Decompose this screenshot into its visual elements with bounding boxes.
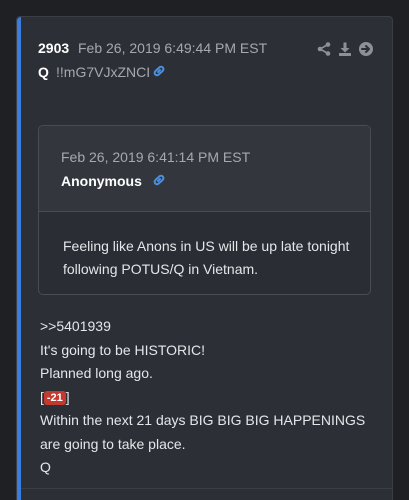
post-author: Q <box>38 64 49 80</box>
goto-arrow-icon[interactable] <box>358 41 374 57</box>
download-icon[interactable] <box>337 41 353 57</box>
quoted-post-author: Anonymous <box>61 173 142 189</box>
quoted-post-header: Feb 26, 2019 6:41:14 PM EST Anonymous <box>39 126 370 212</box>
bracket-close: ] <box>65 388 70 405</box>
divider <box>21 488 392 489</box>
countdown-line: [-21] <box>40 386 380 410</box>
link-icon[interactable] <box>151 172 167 188</box>
post-date: Feb 26, 2019 6:49:44 PM EST <box>78 40 268 56</box>
countdown-badge: -21 <box>43 390 66 405</box>
message-line: It's going to be HISTORIC! <box>40 341 206 358</box>
post-number[interactable]: 2903 <box>38 40 69 56</box>
post-actions <box>316 41 374 57</box>
link-icon[interactable] <box>151 63 167 79</box>
message-line: Planned long ago. <box>40 365 153 381</box>
reply-reference[interactable]: >>5401939 <box>40 315 380 339</box>
post-tripcode: !!mG7VJxZNCI <box>56 64 151 80</box>
message-signature: Q <box>40 459 51 475</box>
message-line: Within the next 21 days BIG BIG BIG HAPP… <box>40 412 366 452</box>
post-accent-bar <box>17 17 21 500</box>
post-message: >>5401939 It's going to be HISTORIC! Pla… <box>40 315 380 480</box>
post-header: 2903 Feb 26, 2019 6:49:44 PM EST Q !!mG7… <box>38 39 374 83</box>
quoted-post: Feb 26, 2019 6:41:14 PM EST Anonymous Fe… <box>38 125 371 295</box>
post-card: 2903 Feb 26, 2019 6:49:44 PM EST Q !!mG7… <box>16 16 393 500</box>
quoted-post-body: Feeling like Anons in US will be up late… <box>63 238 350 277</box>
share-icon[interactable] <box>316 41 332 57</box>
quoted-post-date: Feb 26, 2019 6:41:14 PM EST <box>61 149 251 165</box>
